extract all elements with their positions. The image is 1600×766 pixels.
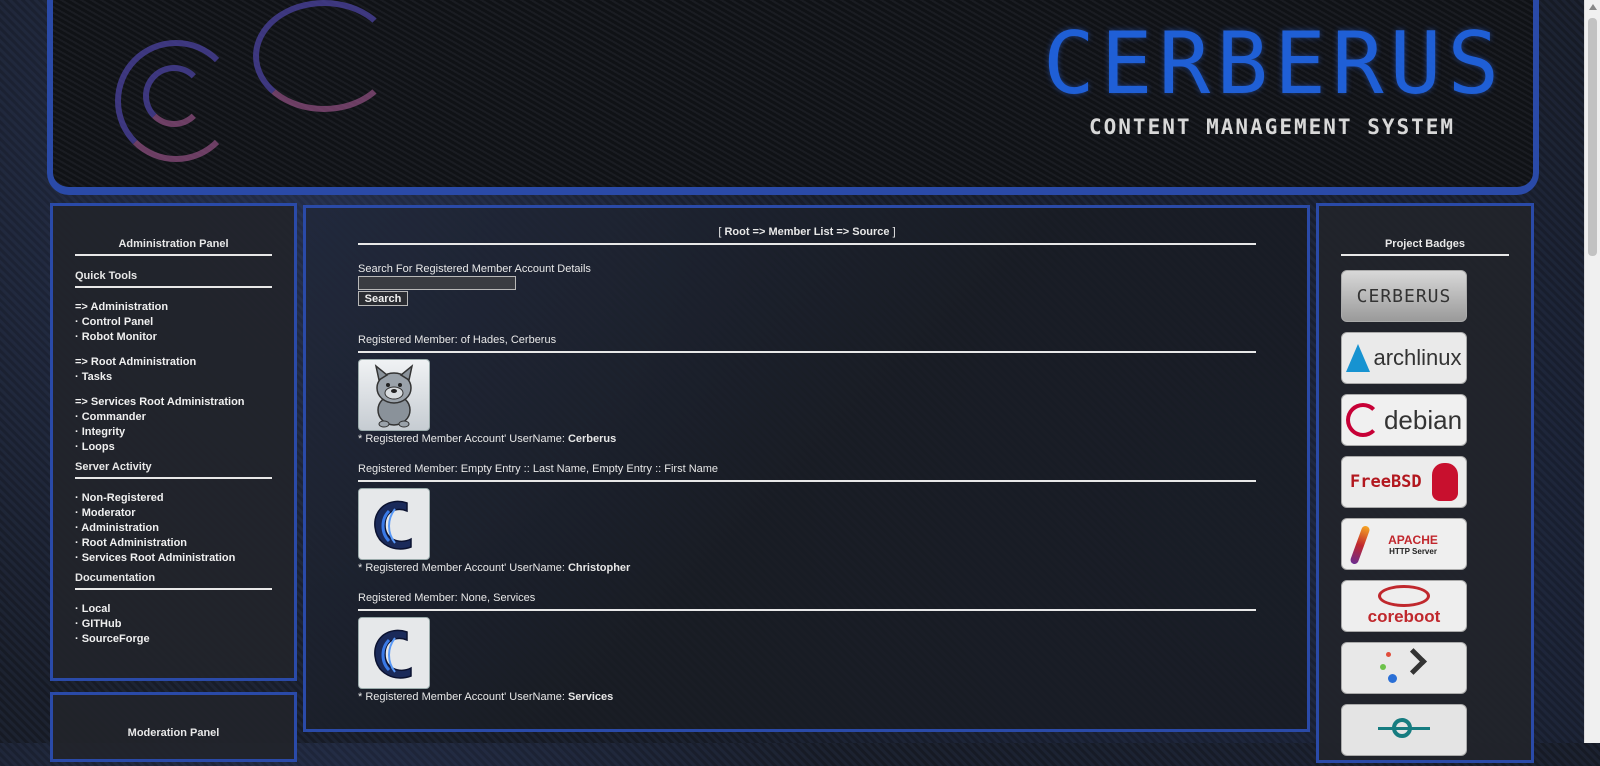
- member-username-line: * Registered Member Account' UserName: C…: [358, 562, 631, 574]
- member-username[interactable]: Services: [568, 691, 613, 703]
- member-username[interactable]: Cerberus: [568, 433, 616, 445]
- scroll-up-icon[interactable]: [1589, 4, 1597, 10]
- search-button[interactable]: Search: [358, 291, 408, 306]
- nav-services-root-administration[interactable]: => Services Root Administration: [75, 395, 272, 410]
- c-logo-avatar-icon[interactable]: [358, 617, 430, 689]
- activity-root-administration[interactable]: · Root Administration: [75, 536, 272, 551]
- member-heading: Registered Member: None, Services: [358, 592, 1256, 611]
- cerberus-badge[interactable]: CERBERUS: [1341, 270, 1467, 322]
- nav-administration[interactable]: => Administration: [75, 300, 272, 315]
- search-label: Search For Registered Member Account Det…: [358, 263, 591, 275]
- lineage-badge[interactable]: [1341, 704, 1467, 756]
- activity-moderator[interactable]: · Moderator: [75, 506, 272, 521]
- section-title-quick-tools: Quick Tools: [75, 270, 272, 288]
- nav-tasks[interactable]: · Tasks: [75, 370, 272, 385]
- member-entry: Registered Member: of Hades, Cerberus * …: [358, 334, 1256, 445]
- doc-sourceforge[interactable]: · SourceForge: [75, 632, 272, 647]
- search-input[interactable]: [358, 276, 516, 290]
- nav-commander[interactable]: · Commander: [75, 410, 272, 425]
- project-badges-panel: Project Badges CERBERUS archlinux debian…: [1316, 203, 1534, 763]
- archlinux-badge[interactable]: archlinux: [1341, 332, 1467, 384]
- c-logo-avatar-icon[interactable]: [358, 488, 430, 560]
- nav-integrity[interactable]: · Integrity: [75, 425, 272, 440]
- nav-control-panel[interactable]: · Control Panel: [75, 315, 272, 330]
- activity-non-registered[interactable]: · Non-Registered: [75, 491, 272, 506]
- member-entry: Registered Member: Empty Entry :: Last N…: [358, 463, 1256, 574]
- member-heading: Registered Member: of Hades, Cerberus: [358, 334, 1256, 353]
- breadcrumb: [ Root => Member List => Source ]: [358, 226, 1256, 245]
- member-username[interactable]: Christopher: [568, 562, 630, 574]
- breadcrumb-member-list[interactable]: Member List: [768, 226, 833, 238]
- shell-prompt-icon: [1374, 648, 1434, 688]
- member-username-line: * Registered Member Account' UserName: S…: [358, 691, 614, 703]
- section-title-documentation: Documentation: [75, 572, 272, 590]
- nav-loops[interactable]: · Loops: [75, 440, 272, 455]
- daemon-icon: [1432, 463, 1458, 501]
- nav-root-administration[interactable]: => Root Administration: [75, 355, 272, 370]
- shell-badge[interactable]: [1341, 642, 1467, 694]
- debian-badge[interactable]: debian: [1341, 394, 1467, 446]
- freebsd-badge[interactable]: FreeBSD: [1341, 456, 1467, 508]
- moderation-panel: Moderation Panel: [50, 692, 297, 762]
- coreboot-rabbit-icon: [1378, 585, 1430, 607]
- debian-swirl-icon: [1345, 403, 1380, 437]
- breadcrumb-source[interactable]: Source: [852, 226, 889, 238]
- banner-subtitle: CONTENT MANAGEMENT SYSTEM: [1089, 115, 1456, 139]
- apache-badge[interactable]: APACHE HTTP Server: [1341, 518, 1467, 570]
- activity-administration[interactable]: · Administration: [75, 521, 272, 536]
- wolf-avatar-icon[interactable]: [358, 359, 430, 431]
- page-scrollbar[interactable]: [1584, 0, 1600, 743]
- coreboot-badge[interactable]: coreboot: [1341, 580, 1467, 632]
- panel-title: Project Badges: [1341, 238, 1509, 256]
- panel-title: Moderation Panel: [127, 727, 220, 739]
- main-content: [ Root => Member List => Source ] Search…: [303, 205, 1310, 732]
- administration-panel: Administration Panel Quick Tools => Admi…: [50, 203, 297, 681]
- lineage-logo-icon: [1374, 710, 1434, 750]
- nav-robot-monitor[interactable]: · Robot Monitor: [75, 330, 272, 345]
- breadcrumb-root[interactable]: Root: [724, 226, 749, 238]
- scrollbar-thumb[interactable]: [1588, 18, 1597, 256]
- member-heading: Registered Member: Empty Entry :: Last N…: [358, 463, 1256, 482]
- site-banner: CERBERUS CONTENT MANAGEMENT SYSTEM: [47, 0, 1539, 195]
- feather-icon: [1349, 524, 1371, 566]
- banner-title: CERBERUS: [1043, 14, 1506, 114]
- doc-local[interactable]: · Local: [75, 602, 272, 617]
- spiral-decoration: [253, 0, 395, 112]
- member-entry: Registered Member: None, Services * Regi…: [358, 592, 1256, 703]
- spiral-decoration: [143, 65, 205, 127]
- activity-services-root-administration[interactable]: · Services Root Administration: [75, 551, 272, 566]
- section-title-server-activity: Server Activity: [75, 461, 272, 479]
- doc-github[interactable]: · GITHub: [75, 617, 272, 632]
- arch-logo-icon: [1346, 344, 1371, 372]
- panel-title: Administration Panel: [75, 238, 272, 256]
- member-username-line: * Registered Member Account' UserName: C…: [358, 433, 617, 445]
